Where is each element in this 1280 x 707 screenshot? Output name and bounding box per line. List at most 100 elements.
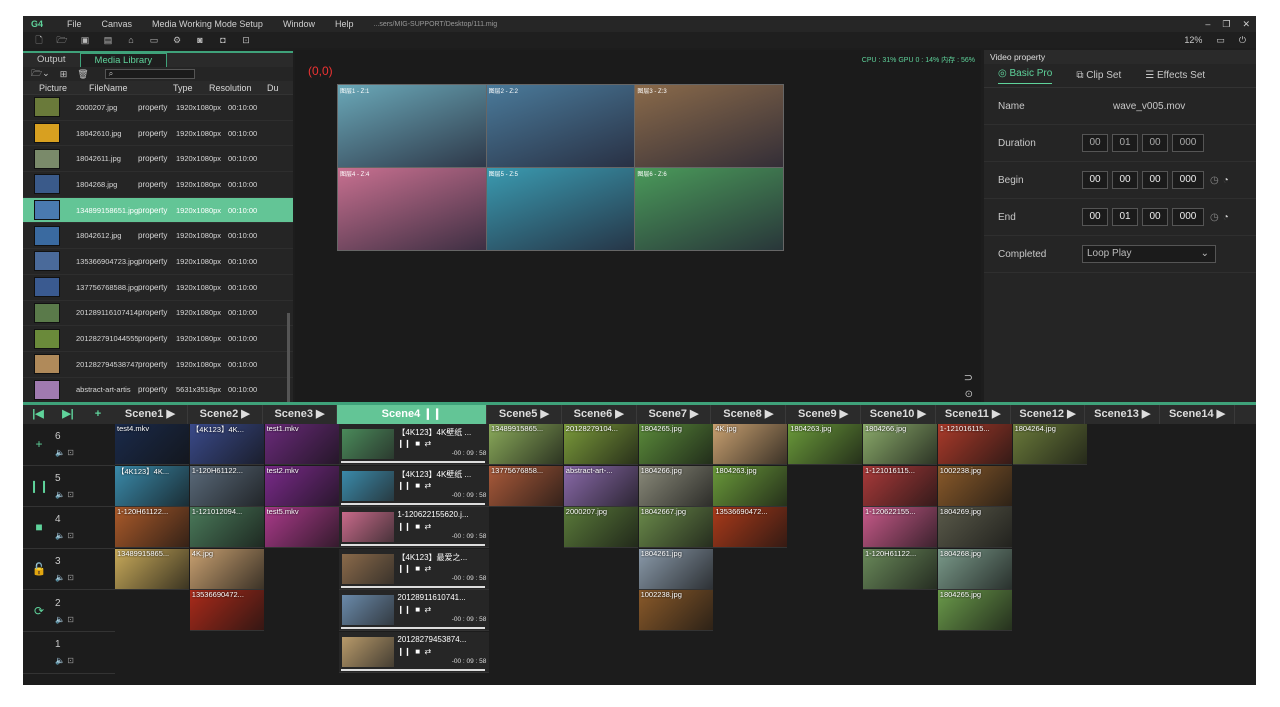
reset-icon[interactable]: ◔ [1223, 175, 1229, 186]
tab-output[interactable]: Output [23, 53, 80, 67]
library-row[interactable]: 201282791044555 property 1920x1080px 00:10:… [23, 326, 293, 352]
close-icon[interactable]: ✕ [1242, 19, 1250, 30]
clip-cell[interactable]: test1.mkv [264, 424, 339, 465]
col-duration[interactable]: Du [265, 83, 285, 93]
home-icon[interactable]: ⌂ [124, 34, 138, 46]
clip-cell[interactable]: 1-121016115... [863, 465, 937, 507]
tab-basic-pro[interactable]: ◎ Basic Pro [998, 68, 1053, 84]
end-hours[interactable]: 00 [1082, 208, 1108, 226]
clip-cell[interactable]: 13775676858... [489, 465, 563, 507]
output-cell[interactable]: 图层2 - Z:2 [486, 85, 635, 167]
col-resolution[interactable]: Resolution [203, 83, 265, 93]
reset-icon[interactable]: ◔ [1223, 212, 1229, 223]
volume-icon[interactable]: 🔈 [55, 531, 65, 540]
clip-cell[interactable]: 1804263.jpg [788, 424, 863, 465]
scene-14-header[interactable]: Scene14 ▶ [1160, 405, 1235, 424]
volume-icon[interactable]: 🔈 [55, 490, 65, 499]
library-row[interactable]: 137756768588.jpg property 1920x1080px 00:10… [23, 275, 293, 301]
save-icon[interactable]: ▣ [78, 34, 92, 46]
clip-cell[interactable]: 4K.jpg [189, 548, 264, 590]
library-row[interactable]: 134899158651.jpg property 1920x1080px 00:10… [23, 197, 293, 224]
clip-controls[interactable]: ❙❙ ■ ⇄ [397, 481, 431, 490]
add-layer-icon[interactable]: + [23, 437, 55, 451]
clip-cell[interactable]: 【4K123】4K... [115, 465, 189, 507]
active-clip[interactable]: 【4K123】4K壁纸 ... ❙❙ ■ ⇄ -00 : 09 : 58 [339, 465, 490, 507]
clip-cell[interactable]: 13536690472... [713, 507, 788, 549]
clip-controls[interactable]: ❙❙ ■ ⇄ [397, 522, 431, 531]
scene-10-header[interactable]: Scene10 ▶ [861, 405, 936, 424]
col-picture[interactable]: Picture [23, 83, 81, 93]
record-icon[interactable]: ◙ [193, 34, 207, 46]
lock-icon[interactable]: ⊡ [67, 573, 74, 582]
clip-controls[interactable]: ❙❙ ■ ⇄ [397, 439, 431, 448]
lock-icon[interactable]: ⊡ [67, 490, 74, 499]
power-icon[interactable]: ⏻ [1239, 35, 1246, 46]
screen-icon[interactable]: ⊡ [239, 34, 253, 46]
duration-seconds[interactable]: 00 [1142, 134, 1168, 152]
add-icon[interactable]: ⊞ [60, 69, 68, 80]
menu-media-mode[interactable]: Media Working Mode Setup [152, 19, 263, 29]
save-as-icon[interactable]: ▤ [101, 34, 115, 46]
volume-icon[interactable]: 🔈 [55, 573, 65, 582]
scene-4-header[interactable]: Scene4 ❙❙ [337, 405, 487, 424]
library-row[interactable]: 201282794538747 property 1920x1080px 00:10:… [23, 352, 293, 378]
settings-icon[interactable]: ⚙ [170, 34, 184, 46]
library-row[interactable]: 18042610.jpg property 1920x1080px 00:10:00 [23, 121, 293, 147]
library-row[interactable]: 18042611.jpg property 1920x1080px 00:10:00 [23, 146, 293, 173]
clip-cell[interactable]: 1002238.jpg [937, 465, 1012, 507]
begin-seconds[interactable]: 00 [1142, 171, 1168, 189]
clock-icon[interactable]: ◷ [1210, 175, 1219, 186]
clip-cell[interactable]: 13489915865... [489, 424, 563, 465]
clip-controls[interactable]: ❙❙ ■ ⇄ [397, 647, 431, 656]
clip-cell[interactable]: 18042667.jpg [638, 507, 713, 549]
end-minutes[interactable]: 01 [1112, 208, 1138, 226]
duration-minutes[interactable]: 01 [1112, 134, 1138, 152]
clip-cell[interactable]: test5.mkv [264, 507, 339, 549]
clip-cell[interactable]: 1804269.jpg [937, 507, 1012, 549]
scene-11-header[interactable]: Scene11 ▶ [936, 405, 1011, 424]
clip-cell[interactable]: 1804264.jpg [1012, 424, 1087, 465]
output-cell[interactable]: 图层3 - Z:3 [635, 85, 783, 167]
output-cell[interactable]: 图层5 - Z:5 [486, 168, 635, 250]
clip-cell[interactable]: 1002238.jpg [638, 590, 713, 632]
open-folder-icon[interactable]: 🗁 [55, 34, 69, 46]
lock-icon[interactable]: ⊡ [67, 531, 74, 540]
output-cell[interactable]: 图层4 - Z:4 [338, 168, 486, 250]
delete-icon[interactable]: 🗑 [77, 69, 88, 80]
active-clip[interactable]: 20128279453874... ❙❙ ■ ⇄ -00 : 09 : 58 [339, 632, 490, 673]
begin-ms[interactable]: 000 [1172, 171, 1204, 189]
library-row[interactable]: 201289116107414 property 1920x1080px 00:10:… [23, 301, 293, 327]
active-clip[interactable]: 【4K123】4K壁纸 ... ❙❙ ■ ⇄ -00 : 09 : 58 [339, 424, 490, 465]
library-scrollbar[interactable] [287, 313, 290, 403]
scene-13-header[interactable]: Scene13 ▶ [1085, 405, 1161, 424]
completed-select[interactable]: Loop Play ⌄ [1082, 245, 1216, 263]
fit-screen-icon[interactable]: ⊙ [965, 389, 973, 400]
menu-help[interactable]: Help [335, 19, 354, 29]
col-filename[interactable]: FileName [81, 83, 167, 93]
scene-1-header[interactable]: Scene1 ▶ [113, 405, 188, 424]
clip-cell[interactable]: 1-121012094... [189, 507, 264, 549]
library-row[interactable]: abstract-art-artis property 5631x3518px 00:… [23, 378, 293, 404]
scene-8-header[interactable]: Scene8 ▶ [711, 405, 787, 424]
begin-minutes[interactable]: 00 [1112, 171, 1138, 189]
restore-icon[interactable]: ❐ [1222, 19, 1230, 30]
clock-icon[interactable]: ◷ [1210, 212, 1219, 223]
col-type[interactable]: Type [167, 83, 203, 93]
clip-controls[interactable]: ❙❙ ■ ⇄ [397, 564, 431, 573]
clip-cell[interactable]: 1804263.jpg [713, 465, 788, 507]
tab-media-library[interactable]: Media Library [79, 53, 168, 67]
active-clip[interactable]: 1-120622155620.j... ❙❙ ■ ⇄ -00 : 09 : 58 [339, 507, 490, 549]
clip-cell[interactable]: 13536690472... [189, 590, 264, 632]
minimize-icon[interactable]: – [1205, 19, 1210, 30]
active-clip[interactable]: 20128911610741... ❙❙ ■ ⇄ -00 : 09 : 58 [339, 590, 490, 632]
scene-2-header[interactable]: Scene2 ▶ [188, 405, 263, 424]
clip-cell[interactable]: 1804265.jpg [937, 590, 1012, 632]
scene-6-header[interactable]: Scene6 ▶ [562, 405, 637, 424]
duration-ms[interactable]: 000 [1172, 134, 1204, 152]
folder-icon[interactable]: 🗁⌄ [31, 66, 50, 82]
scene-12-header[interactable]: Scene12 ▶ [1011, 405, 1086, 424]
unlock-icon[interactable]: 🔓 [23, 562, 55, 576]
clip-cell[interactable]: 13489915865... [115, 548, 189, 590]
volume-icon[interactable]: 🔈 [55, 448, 65, 457]
clip-cell[interactable]: test2.mkv [264, 465, 339, 507]
